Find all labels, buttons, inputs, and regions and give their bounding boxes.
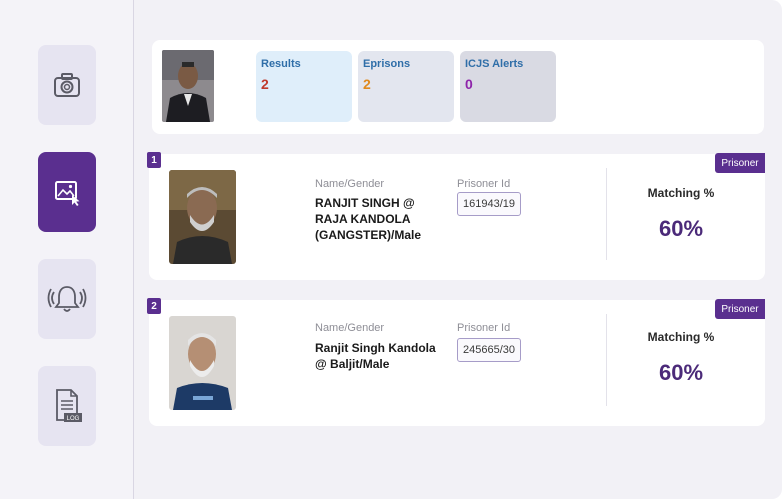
divider xyxy=(606,168,607,260)
matching-value: 60% xyxy=(658,360,704,385)
matching-label: Matching % xyxy=(647,330,715,344)
prisoner-id-label: Prisoner Id xyxy=(457,322,511,334)
prisoner-id-label: Prisoner Id xyxy=(457,178,511,190)
sidebar: LOG xyxy=(0,0,134,499)
result-index: 2 xyxy=(147,298,161,314)
log-file-icon: LOG xyxy=(56,389,82,422)
prisoner-tag: Prisoner xyxy=(715,153,765,173)
prisoner-tag: Prisoner xyxy=(715,299,765,319)
name-label: Name/Gender xyxy=(315,322,385,334)
stat-eprisons-label: Eprisons xyxy=(363,58,411,70)
sidebar-item-logs[interactable]: LOG xyxy=(38,366,96,446)
log-badge: LOG xyxy=(67,416,80,422)
matching-value: 60% xyxy=(658,216,704,241)
name-value: RANJIT SINGH @ RAJA KANDOLA (GANGSTER)/M… xyxy=(315,196,422,242)
stat-results-label: Results xyxy=(261,58,301,70)
sidebar-item-image-search[interactable] xyxy=(38,152,96,232)
result-card[interactable]: 1 Prisoner Name/Gender RANJIT SINGH @ RA… xyxy=(147,152,765,280)
stat-icjs-value: 0 xyxy=(465,76,473,92)
stat-icjs-label: ICJS Alerts xyxy=(465,58,524,70)
camera-icon xyxy=(54,73,80,97)
prisoner-id-value[interactable]: 161943/19 xyxy=(457,192,521,216)
stat-results[interactable]: Results 2 xyxy=(256,51,352,122)
match-photo xyxy=(169,316,236,410)
divider xyxy=(606,314,607,406)
stat-results-value: 2 xyxy=(261,76,269,92)
bell-alert-icon xyxy=(47,286,87,312)
result-card[interactable]: 2 Prisoner Name/Gender Ranjit Singh Kand… xyxy=(147,298,765,426)
image-select-icon xyxy=(55,181,80,206)
name-label: Name/Gender xyxy=(315,178,385,190)
result-index: 1 xyxy=(147,152,161,168)
query-photo xyxy=(162,50,214,122)
prisoner-id-value[interactable]: 245665/30 xyxy=(457,338,521,362)
matching-label: Matching % xyxy=(647,186,715,200)
sidebar-item-camera[interactable] xyxy=(38,45,96,125)
sidebar-item-alerts[interactable] xyxy=(38,259,96,339)
stat-eprisons-value: 2 xyxy=(363,76,371,92)
stat-icjs-alerts[interactable]: ICJS Alerts 0 xyxy=(460,51,556,122)
match-photo xyxy=(169,170,236,264)
summary-card: Results 2 Eprisons 2 ICJS Alerts 0 xyxy=(152,40,764,134)
stat-eprisons[interactable]: Eprisons 2 xyxy=(358,51,454,122)
name-value: Ranjit Singh Kandola @ Baljit/Male xyxy=(315,341,436,371)
